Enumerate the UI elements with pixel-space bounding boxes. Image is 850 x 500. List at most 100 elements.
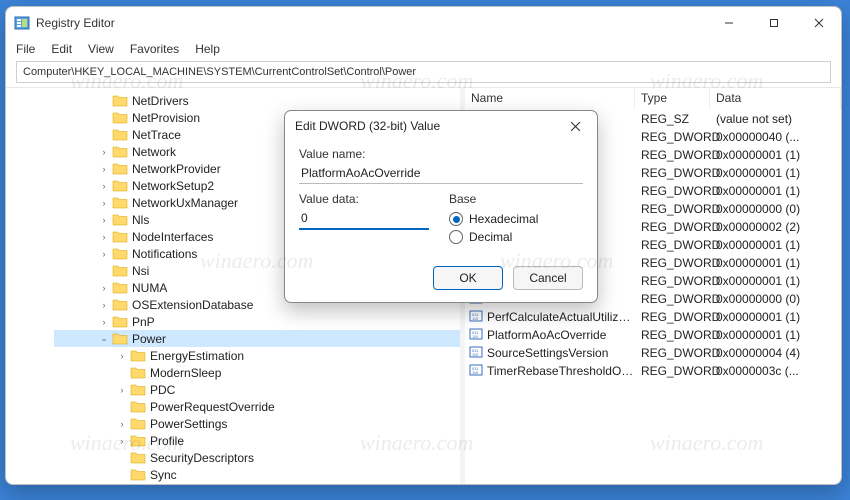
menu-view[interactable]: View: [88, 42, 114, 56]
tree-item[interactable]: PowerRequestOverride: [54, 398, 460, 415]
tree-label: Profile: [150, 434, 184, 448]
radio-decimal[interactable]: Decimal: [449, 230, 583, 244]
value-data-input[interactable]: [299, 208, 429, 230]
expand-icon[interactable]: ›: [98, 317, 110, 327]
tree-item[interactable]: › PDC: [54, 381, 460, 398]
tree-label: NetworkSetup2: [132, 179, 214, 193]
value-type: REG_SZ: [635, 112, 710, 126]
value-name: TimerRebaseThresholdOnDr...: [487, 364, 635, 378]
expand-icon[interactable]: ›: [116, 351, 128, 361]
value-data: 0x00000040 (...: [710, 130, 841, 144]
tree-item[interactable]: › PowerSettings: [54, 415, 460, 432]
expand-icon[interactable]: ›: [98, 300, 110, 310]
expand-icon[interactable]: ›: [98, 283, 110, 293]
expand-icon[interactable]: ›: [98, 147, 110, 157]
expand-icon[interactable]: ⌄: [98, 333, 110, 344]
expand-icon[interactable]: ›: [98, 164, 110, 174]
value-type: REG_DWORD: [635, 238, 710, 252]
maximize-button[interactable]: [751, 7, 796, 39]
tree-label: PDC: [150, 383, 175, 397]
tree-label: NetProvision: [132, 111, 200, 125]
address-bar[interactable]: Computer\HKEY_LOCAL_MACHINE\SYSTEM\Curre…: [16, 61, 831, 83]
value-data-label: Value data:: [299, 192, 429, 206]
value-data: 0x00000002 (2): [710, 220, 841, 234]
cancel-button[interactable]: Cancel: [513, 266, 583, 290]
tree-item[interactable]: › Profile: [54, 432, 460, 449]
tree-item[interactable]: Sync: [54, 466, 460, 483]
value-name-input[interactable]: [299, 163, 583, 184]
expand-icon[interactable]: ›: [98, 181, 110, 191]
tree-label: NetTrace: [132, 128, 181, 142]
value-type: REG_DWORD: [635, 328, 710, 342]
svg-text:110: 110: [472, 334, 479, 339]
expand-icon[interactable]: ›: [116, 385, 128, 395]
value-data: 0x00000001 (1): [710, 274, 841, 288]
tree-label: NUMA: [132, 281, 167, 295]
header-type[interactable]: Type: [635, 88, 710, 110]
list-row[interactable]: 011110SourceSettingsVersionREG_DWORD0x00…: [465, 344, 841, 362]
edit-dword-dialog: Edit DWORD (32-bit) Value Value name: Va…: [284, 110, 598, 303]
value-data: 0x00000001 (1): [710, 256, 841, 270]
tree-label: NodeInterfaces: [132, 230, 213, 244]
menu-favorites[interactable]: Favorites: [130, 42, 179, 56]
expand-icon[interactable]: ›: [98, 232, 110, 242]
menu-help[interactable]: Help: [195, 42, 220, 56]
tree-label: NetworkProvider: [132, 162, 221, 176]
tree-label: NetworkUxManager: [132, 196, 238, 210]
tree-item[interactable]: › PnP: [54, 313, 460, 330]
dialog-titlebar: Edit DWORD (32-bit) Value: [285, 111, 597, 141]
value-type: REG_DWORD: [635, 202, 710, 216]
value-icon: 011110: [469, 363, 487, 380]
menu-edit[interactable]: Edit: [51, 42, 72, 56]
value-data: 0x00000001 (1): [710, 184, 841, 198]
dialog-title: Edit DWORD (32-bit) Value: [295, 119, 563, 133]
close-button[interactable]: [796, 7, 841, 39]
value-type: REG_DWORD: [635, 292, 710, 306]
list-row[interactable]: 011110PerfCalculateActualUtilizationREG_…: [465, 308, 841, 326]
titlebar: Registry Editor: [6, 7, 841, 39]
dec-label: Decimal: [469, 230, 512, 244]
value-data: 0x00000004 (4): [710, 346, 841, 360]
dialog-close-button[interactable]: [563, 114, 587, 138]
list-row[interactable]: 011110PlatformAoAcOverrideREG_DWORD0x000…: [465, 326, 841, 344]
ok-button[interactable]: OK: [433, 266, 503, 290]
tree-label: ModernSleep: [150, 366, 221, 380]
expand-icon[interactable]: ›: [98, 215, 110, 225]
header-data[interactable]: Data: [710, 88, 841, 110]
hex-label: Hexadecimal: [469, 212, 538, 226]
address-text: Computer\HKEY_LOCAL_MACHINE\SYSTEM\Curre…: [23, 66, 416, 78]
tree-item[interactable]: ›EnergyEstimation: [54, 347, 460, 364]
svg-text:110: 110: [472, 370, 479, 375]
tree-item[interactable]: ›User: [54, 483, 460, 484]
menu-file[interactable]: File: [16, 42, 35, 56]
list-row[interactable]: 011110TimerRebaseThresholdOnDr...REG_DWO…: [465, 362, 841, 380]
tree-item[interactable]: ModernSleep: [54, 364, 460, 381]
expand-icon[interactable]: ›: [98, 249, 110, 259]
expand-icon[interactable]: ›: [116, 419, 128, 429]
value-type: REG_DWORD: [635, 274, 710, 288]
value-type: REG_DWORD: [635, 220, 710, 234]
expand-icon[interactable]: ›: [98, 198, 110, 208]
tree-item[interactable]: SecurityDescriptors: [54, 449, 460, 466]
value-icon: 011110: [469, 345, 487, 362]
value-type: REG_DWORD: [635, 364, 710, 378]
value-type: REG_DWORD: [635, 184, 710, 198]
header-name[interactable]: Name: [465, 88, 635, 110]
tree-item[interactable]: ⌄Power: [54, 330, 460, 347]
tree-label: Network: [132, 145, 176, 159]
value-data: 0x00000001 (1): [710, 148, 841, 162]
tree-label: OSExtensionDatabase: [132, 298, 253, 312]
expand-icon[interactable]: ›: [116, 436, 128, 446]
tree-item[interactable]: NetDrivers: [54, 92, 460, 109]
tree-label: PnP: [132, 315, 155, 329]
base-label: Base: [449, 192, 583, 206]
value-icon: 011110: [469, 327, 487, 344]
tree-label: PowerSettings: [150, 417, 227, 431]
value-type: REG_DWORD: [635, 256, 710, 270]
value-data: 0x00000001 (1): [710, 328, 841, 342]
minimize-button[interactable]: [706, 7, 751, 39]
radio-icon: [449, 212, 463, 226]
value-type: REG_DWORD: [635, 310, 710, 324]
radio-hexadecimal[interactable]: Hexadecimal: [449, 212, 583, 226]
svg-text:110: 110: [472, 352, 479, 357]
